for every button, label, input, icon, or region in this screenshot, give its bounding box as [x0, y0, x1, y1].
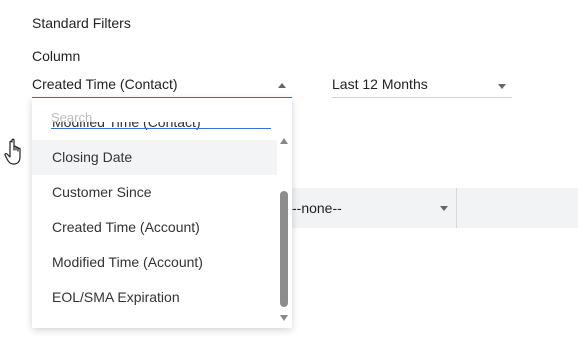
caret-down-icon [498, 84, 506, 89]
option-item[interactable]: Closing Date [32, 140, 277, 175]
caret-down-icon [440, 206, 448, 211]
period-select[interactable]: Last 12 Months [332, 74, 512, 98]
filter-page: Standard Filters Column Created Time (Co… [0, 0, 578, 342]
section-title: Standard Filters [32, 15, 131, 31]
scroll-down-icon[interactable] [280, 315, 288, 321]
option-item[interactable]: Created Time (Account) [32, 210, 277, 245]
column-select[interactable]: Created Time (Contact) [32, 74, 292, 98]
scroll-thumb[interactable] [280, 191, 288, 307]
scroll-up-icon[interactable] [280, 138, 288, 144]
column-dropdown: Modified Time (Contact) Closing Date Cus… [32, 98, 292, 328]
option-item[interactable]: Modified Time (Account) [32, 245, 277, 280]
period-select-value: Last 12 Months [332, 76, 428, 92]
search-input[interactable] [51, 106, 271, 129]
row-divider [456, 188, 457, 228]
dropdown-scrollbar[interactable] [279, 135, 289, 325]
column-select-value: Created Time (Contact) [32, 76, 178, 92]
option-item[interactable]: EOL/SMA Expiration [32, 280, 277, 315]
option-list: Modified Time (Contact) Closing Date Cus… [32, 122, 277, 328]
caret-up-icon [278, 83, 286, 88]
secondary-select-value: --none-- [292, 200, 342, 216]
secondary-select[interactable]: --none-- [292, 188, 456, 228]
column-label: Column [32, 48, 81, 64]
option-item[interactable]: Customer Since [32, 175, 277, 210]
hand-pointer-icon [4, 138, 21, 165]
